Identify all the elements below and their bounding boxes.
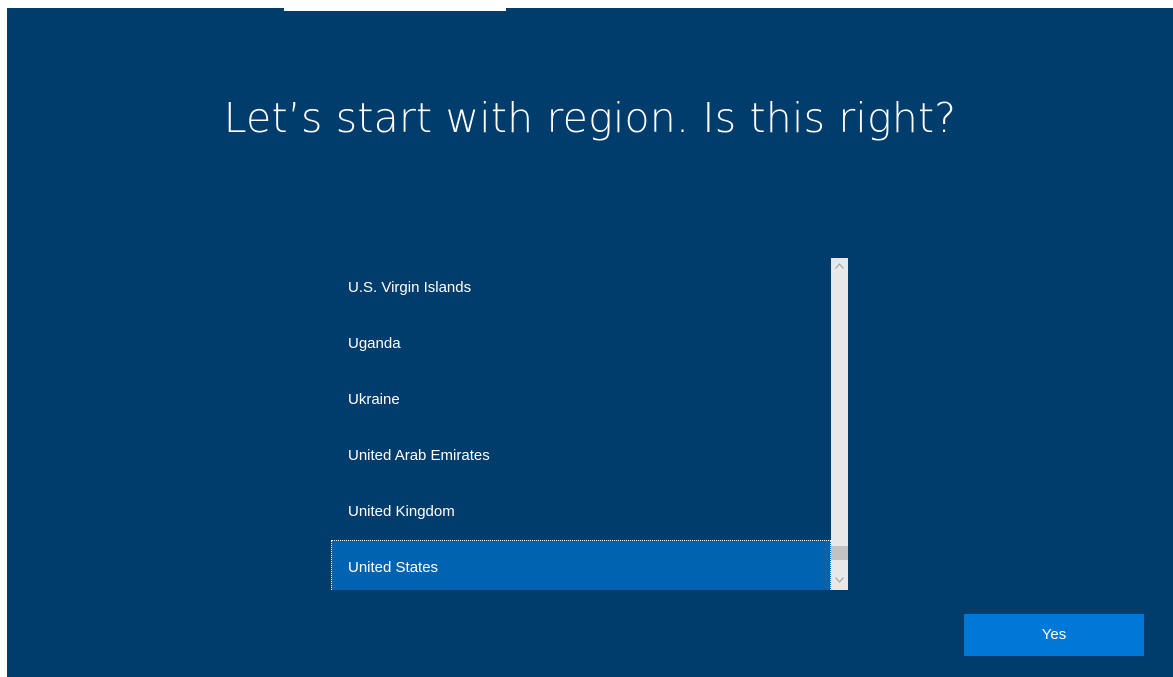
chevron-down-icon[interactable] [831, 574, 848, 588]
progress-indicator [284, 8, 506, 11]
list-item[interactable]: Uganda [331, 316, 831, 372]
region-list-viewport: U.S. Virgin Islands Uganda Ukraine Unite… [331, 258, 831, 590]
page-title: Let’s start with region. Is this right? [223, 94, 957, 142]
chevron-up-icon[interactable] [831, 260, 848, 274]
list-item-selected[interactable]: United States [331, 540, 831, 590]
yes-button[interactable]: Yes [964, 614, 1144, 656]
scrollbar[interactable] [831, 258, 848, 590]
list-item[interactable]: United Arab Emirates [331, 428, 831, 484]
list-item[interactable]: U.S. Virgin Islands [331, 260, 831, 316]
list-item[interactable]: Ukraine [331, 372, 831, 428]
list-item[interactable]: United Kingdom [331, 484, 831, 540]
oobe-screen: Let’s start with region. Is this right? … [7, 8, 1173, 677]
scrollbar-thumb[interactable] [831, 546, 848, 560]
region-list[interactable]: U.S. Virgin Islands Uganda Ukraine Unite… [331, 258, 848, 590]
